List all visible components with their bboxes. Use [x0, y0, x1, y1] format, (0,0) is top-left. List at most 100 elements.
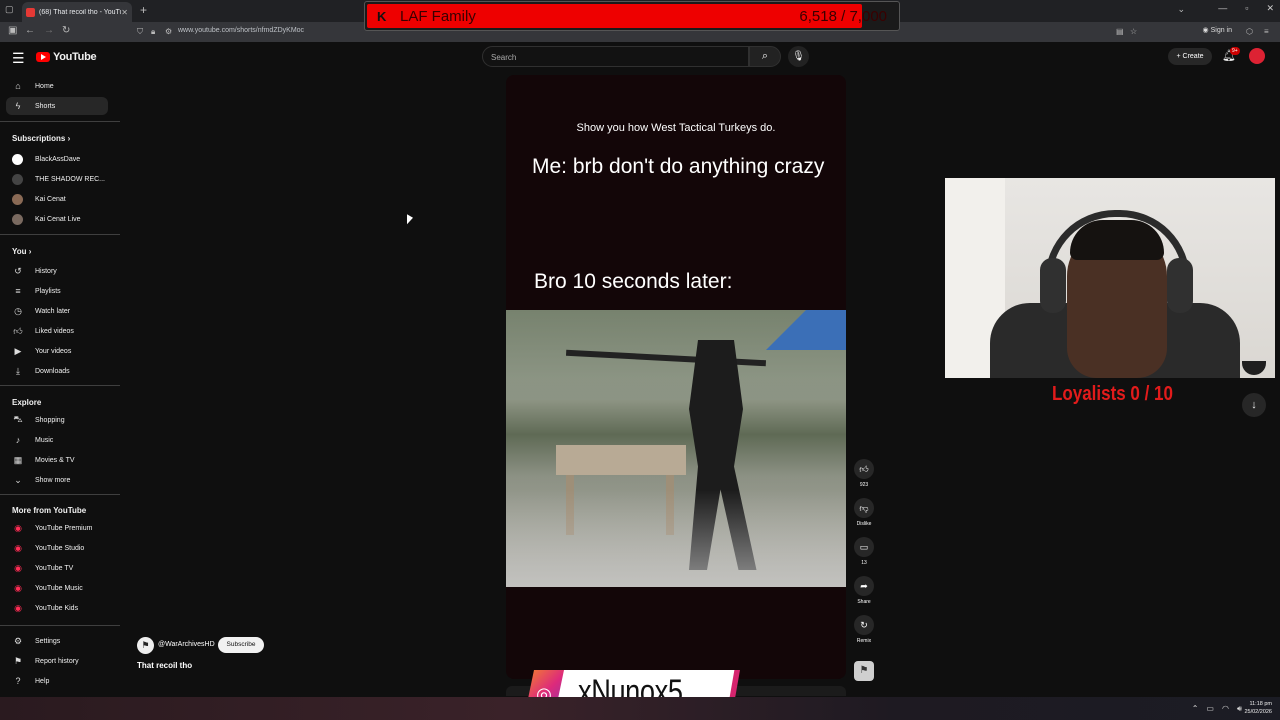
system-clock[interactable]: 11:18 pm 25/02/2026: [1244, 700, 1272, 716]
sidebar-item-label: Your videos: [35, 347, 72, 355]
shorts-player[interactable]: Show you how West Tactical Turkeys do. M…: [506, 75, 846, 679]
sidebar-item[interactable]: ◷ Watch later: [6, 302, 108, 320]
more-from-youtube-heading[interactable]: More from YouTube: [12, 506, 86, 515]
like-icon: 👍︎: [13, 325, 23, 336]
channel-name[interactable]: @WarArchivesHD: [158, 641, 215, 648]
sidebar-item[interactable]: BlackAssDave: [6, 150, 108, 168]
wifi-icon[interactable]: ◠: [1222, 704, 1229, 714]
sidebar-item[interactable]: ▶ Your videos: [6, 342, 108, 360]
sidebar-item-label: Settings: [35, 637, 61, 645]
you-heading[interactable]: You ›: [12, 247, 31, 256]
sound-thumbnail[interactable]: ⚑: [854, 661, 874, 681]
sidebar-item[interactable]: Kai Cenat: [6, 190, 108, 208]
sidebar-item[interactable]: ↺ History: [6, 262, 108, 280]
forward-icon[interactable]: →: [44, 25, 54, 36]
voice-search-button[interactable]: 🎙︎: [788, 46, 809, 67]
sidebar-item[interactable]: 👍︎ Liked videos: [6, 322, 108, 340]
comment-count: 13: [861, 560, 867, 566]
video-smoke: [506, 490, 846, 587]
signin-label: Sign in: [1210, 27, 1232, 34]
close-window-icon[interactable]: ✕: [1266, 3, 1274, 14]
search-input[interactable]: Search: [482, 46, 749, 67]
sidebar-item-label: YouTube TV: [35, 564, 74, 572]
shorts-icon: ϟ: [15, 101, 21, 111]
sidebar-item[interactable]: ⚑ Report history: [6, 652, 108, 670]
chevron-up-icon[interactable]: ⌃: [1192, 704, 1199, 714]
subscriptions-heading[interactable]: Subscriptions ›: [12, 134, 70, 143]
next-short-button[interactable]: ↓: [1242, 393, 1266, 417]
playlists-icon: ≡: [15, 286, 21, 296]
close-tab-icon[interactable]: ✕: [121, 8, 128, 17]
browser-menu-icon[interactable]: ≡: [1264, 27, 1269, 36]
dislike-button[interactable]: 👎︎ Dislike: [852, 498, 876, 527]
like-button[interactable]: 👍︎ 923: [852, 459, 876, 488]
sidebar-item[interactable]: ≡ Playlists: [6, 282, 108, 300]
sidebar-divider: [0, 385, 120, 386]
sidebar-item[interactable]: ⛍ Shopping: [6, 411, 108, 429]
volume-icon[interactable]: 🔊︎: [1237, 704, 1242, 714]
subscribe-button[interactable]: Subscribe: [218, 637, 264, 653]
tab-search-icon[interactable]: ▢: [5, 4, 14, 15]
sidebar-item[interactable]: ◉ YouTube Premium: [6, 519, 108, 537]
history-icon: ↺: [14, 265, 22, 276]
channel-avatar[interactable]: ⚑: [137, 637, 154, 654]
share-icon: ➦: [854, 576, 874, 596]
youtube-app-icon: ◉: [14, 522, 22, 533]
video-frame[interactable]: [506, 310, 846, 587]
browser-tab-active[interactable]: (68) That recoil tho - YouTu ✕: [22, 2, 132, 22]
create-button[interactable]: + Create: [1168, 48, 1212, 65]
sidebar-item[interactable]: ◉ YouTube TV: [6, 559, 108, 577]
streamer-webcam: [945, 178, 1275, 378]
help-icon: ?: [15, 676, 21, 686]
sidebar-item[interactable]: ◉ YouTube Studio: [6, 539, 108, 557]
comments-button[interactable]: ▭ 13: [852, 537, 876, 566]
sidebar-item[interactable]: ⌄ Show more: [6, 471, 108, 489]
youtube-logo[interactable]: YouTube: [36, 51, 97, 63]
sidebar-item[interactable]: ♪ Music: [6, 431, 108, 449]
sidebar-item[interactable]: ϟ Shorts: [6, 97, 108, 115]
short-title[interactable]: That recoil tho: [137, 661, 192, 670]
extensions-icon[interactable]: ⬡: [1246, 27, 1253, 36]
hamburger-menu-icon[interactable]: ☰: [12, 50, 25, 67]
sidebar-item[interactable]: ? Help: [6, 672, 108, 690]
display-icon[interactable]: ▭: [1206, 704, 1214, 714]
sidebar-item-label: BlackAssDave: [35, 155, 81, 163]
explore-heading[interactable]: Explore: [12, 398, 41, 407]
sidebar-item-label: Shorts: [35, 102, 56, 110]
tab-list-icon[interactable]: ⌄: [1177, 4, 1185, 15]
sidebar-item[interactable]: ◉ YouTube Kids: [6, 599, 108, 617]
channel-avatar-icon: [12, 153, 23, 165]
back-icon[interactable]: ←: [25, 25, 35, 36]
site-info-icon[interactable]: ⚙: [165, 27, 172, 36]
youtube-app-icon: ◉: [14, 542, 22, 553]
lock-icon[interactable]: 🔒︎: [151, 27, 155, 37]
search-button[interactable]: ⌕: [749, 46, 781, 67]
bookmark-star-icon[interactable]: ☆: [1130, 27, 1137, 36]
shield-icon[interactable]: ⛉: [137, 27, 143, 37]
sidebar-item[interactable]: ▦ Movies & TV: [6, 451, 108, 469]
maximize-icon[interactable]: ▫: [1245, 3, 1248, 14]
channel-avatar-icon: [12, 213, 23, 225]
sidebar-toggle-icon[interactable]: ▣: [8, 25, 17, 36]
remix-button[interactable]: ↻ Remix: [852, 615, 876, 644]
reload-icon[interactable]: ↻: [62, 25, 70, 36]
new-tab-button[interactable]: +: [140, 3, 147, 17]
sidebar-item[interactable]: ◉ YouTube Music: [6, 579, 108, 597]
share-button[interactable]: ➦ Share: [852, 576, 876, 605]
sidebar-item[interactable]: ⌂ Home: [6, 77, 108, 95]
account-avatar[interactable]: [1249, 48, 1265, 64]
laf-family-overlay: K LAF Family 6,518 / 7,000: [364, 1, 900, 31]
sidebar-item[interactable]: ⤓ Downloads: [6, 362, 108, 380]
url-field[interactable]: www.youtube.com/shorts/nfmdZDyKMoc: [178, 27, 304, 34]
os-taskbar: [0, 697, 1280, 720]
signin-button[interactable]: ◉ Sign in: [1203, 26, 1232, 34]
reader-icon[interactable]: ▤: [1116, 27, 1124, 36]
sidebar-item[interactable]: Kai Cenat Live: [6, 210, 108, 228]
minimize-icon[interactable]: —: [1218, 3, 1227, 14]
thumbs-up-icon: 👍︎: [854, 459, 874, 479]
sidebar-item[interactable]: THE SHADOW REC...: [6, 170, 108, 188]
like-count: 923: [859, 482, 869, 488]
home-icon: ⌂: [15, 81, 21, 91]
sidebar-item[interactable]: ⚙ Settings: [6, 632, 108, 650]
loyalists-counter: Loyalists 0 / 10: [1052, 383, 1173, 405]
